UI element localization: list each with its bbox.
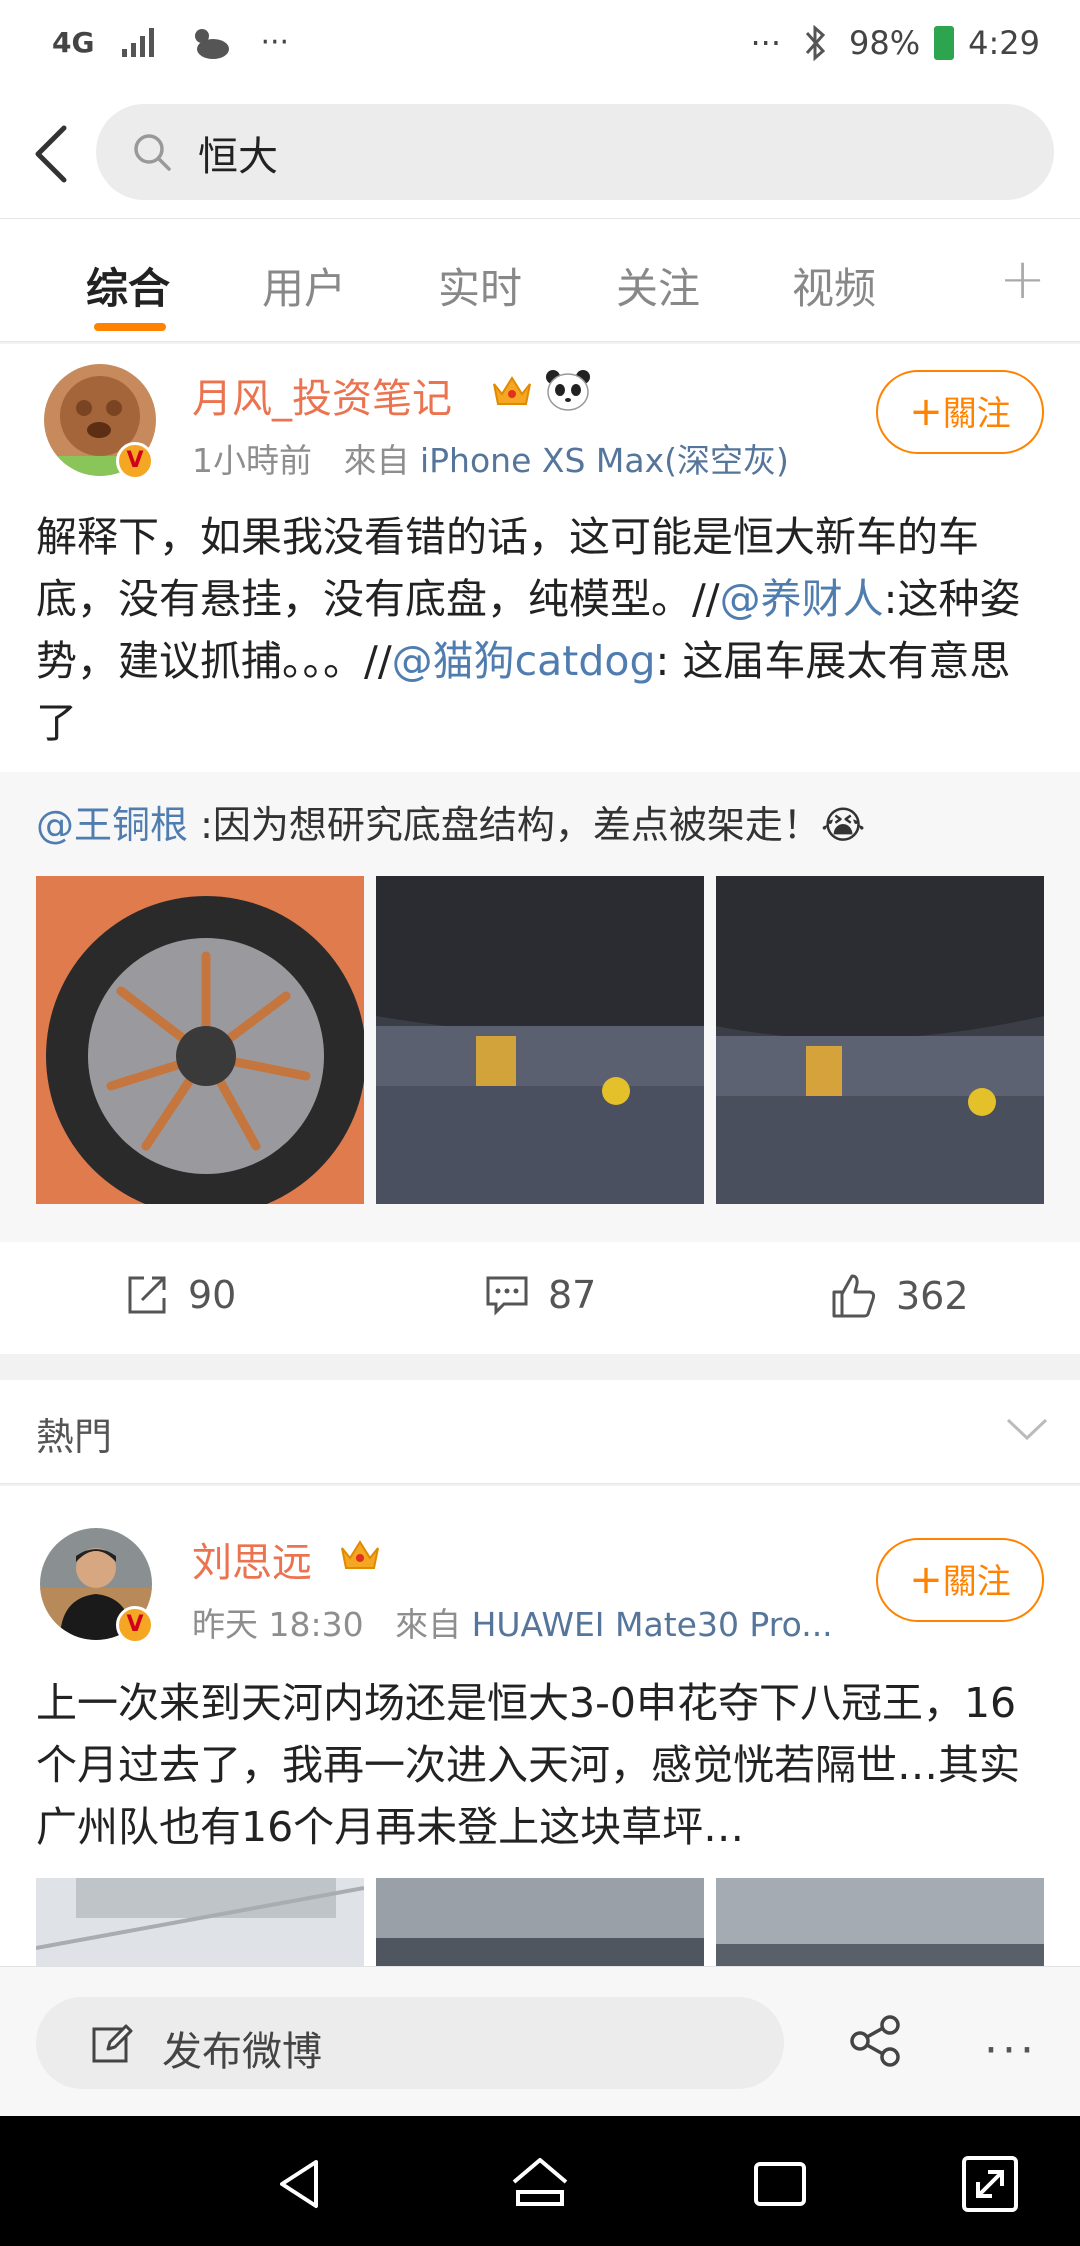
vip-crown-icon: [493, 376, 531, 405]
verified-badge-icon: V: [116, 442, 154, 480]
nav-back-icon[interactable]: [268, 2152, 332, 2216]
post-username[interactable]: 月风_投资笔记: [192, 366, 452, 424]
post-image[interactable]: [716, 1878, 1044, 1966]
post-time: 1小時前: [192, 441, 312, 480]
status-dots-right: ···: [750, 24, 782, 62]
active-tab-indicator: [94, 323, 166, 331]
battery-percent: 98%: [849, 24, 921, 62]
tab-realtime[interactable]: 实时: [438, 255, 522, 316]
panda-icon: [546, 370, 590, 411]
tab-following[interactable]: 关注: [616, 255, 700, 316]
post-username[interactable]: 刘思远: [192, 1530, 312, 1588]
status-bar: 4G ··· ··· 98% 4:29: [0, 0, 1080, 90]
post-image[interactable]: [36, 1878, 364, 1966]
repost-text: @王铜根 :因为想研究底盘结构，差点被架走！😭: [36, 803, 866, 847]
compose-placeholder: 发布微博: [162, 2029, 322, 2075]
post-image[interactable]: [376, 876, 704, 1204]
hot-label: 熱門: [36, 1415, 113, 1459]
crying-emoji-icon: 😭: [820, 803, 866, 847]
post-source-prefix: 來自: [395, 1605, 462, 1644]
compose-input[interactable]: 发布微博: [36, 1997, 784, 2089]
tab-bar: 综合 用户 实时 关注 视频 +: [0, 218, 1080, 342]
signal-icon: [122, 28, 155, 57]
comment-icon: [486, 1276, 528, 1316]
verified-badge-icon: V: [116, 1606, 154, 1644]
network-indicator: 4G: [52, 25, 95, 59]
clock: 4:29: [968, 24, 1040, 62]
search-input[interactable]: 恒大: [96, 104, 1054, 200]
tab-comprehensive[interactable]: 综合: [86, 255, 170, 316]
post-image[interactable]: [36, 876, 364, 1204]
nav-expand-icon[interactable]: [958, 2152, 1022, 2216]
like-count: 362: [896, 1274, 969, 1318]
post-meta: 昨天 18:30 來自 HUAWEI Mate30 Pro...: [192, 1598, 833, 1646]
back-arrow-icon[interactable]: [26, 122, 86, 186]
battery-icon: [934, 26, 955, 60]
add-tab-button[interactable]: +: [999, 247, 1046, 312]
post-source[interactable]: iPhone XS Max(深空灰): [420, 441, 789, 480]
repost-block[interactable]: @王铜根 :因为想研究底盘结构，差点被架走！😭: [0, 772, 1080, 1242]
thumbs-up-icon: [832, 1274, 876, 1318]
chevron-down-icon[interactable]: [1004, 1414, 1050, 1444]
repost-button[interactable]: 90: [124, 1272, 236, 1318]
post-image[interactable]: [716, 876, 1044, 1204]
post-source-prefix: 來自: [343, 441, 410, 480]
tab-video[interactable]: 视频: [792, 255, 876, 316]
post-source[interactable]: HUAWEI Mate30 Pro...: [472, 1605, 833, 1644]
share-icon[interactable]: [848, 2013, 904, 2069]
post-text: 解释下，如果我没看错的话，这可能是恒大新车的车底，没有悬挂，没有底盘，纯模型。/…: [36, 513, 1021, 747]
post-meta: 1小時前 來自 iPhone XS Max(深空灰): [192, 434, 789, 482]
nav-home-icon[interactable]: [508, 2152, 572, 2216]
cloud-sun-icon: [195, 29, 230, 59]
repost-icon: [128, 1276, 166, 1314]
tab-users[interactable]: 用户: [262, 255, 346, 316]
search-query: 恒大: [198, 134, 278, 180]
post-card[interactable]: V 刘思远 昨天 18:30 來自 HUAWEI Mate30 Pro... +…: [0, 1486, 1080, 1966]
post-action-bar: 90 87 362: [0, 1242, 1080, 1352]
bluetooth-icon: [805, 25, 826, 61]
vip-crown-icon: [341, 1540, 379, 1569]
like-button[interactable]: 362: [830, 1272, 969, 1320]
search-icon: [134, 134, 171, 171]
follow-button[interactable]: +關注: [876, 1538, 1044, 1622]
post-image[interactable]: [376, 1878, 704, 1966]
repost-count: 90: [188, 1273, 237, 1317]
search-header: 恒大: [0, 90, 1080, 218]
repost-author-link[interactable]: @王铜根: [36, 803, 188, 847]
mention-link[interactable]: @养财人: [720, 575, 884, 623]
post-time: 昨天 18:30: [192, 1605, 364, 1644]
follow-button[interactable]: +關注: [876, 370, 1044, 454]
more-options-icon[interactable]: ···: [984, 2025, 1038, 2076]
compose-bar: 发布微博 ···: [0, 1966, 1080, 2116]
hot-section-header[interactable]: 熱門: [0, 1380, 1080, 1484]
post-text: 上一次来到天河内场还是恒大3-0申花夺下八冠王，16个月过去了，我再一次进入天河…: [36, 1679, 1020, 1851]
system-nav-bar: [0, 2116, 1080, 2246]
comment-count: 87: [548, 1273, 597, 1317]
edit-icon: [92, 2024, 133, 2063]
nav-recents-icon[interactable]: [748, 2152, 812, 2216]
status-dots-left: ···: [260, 24, 290, 60]
comment-button[interactable]: 87: [484, 1272, 596, 1318]
mention-link[interactable]: @猫狗catdog: [392, 637, 656, 685]
